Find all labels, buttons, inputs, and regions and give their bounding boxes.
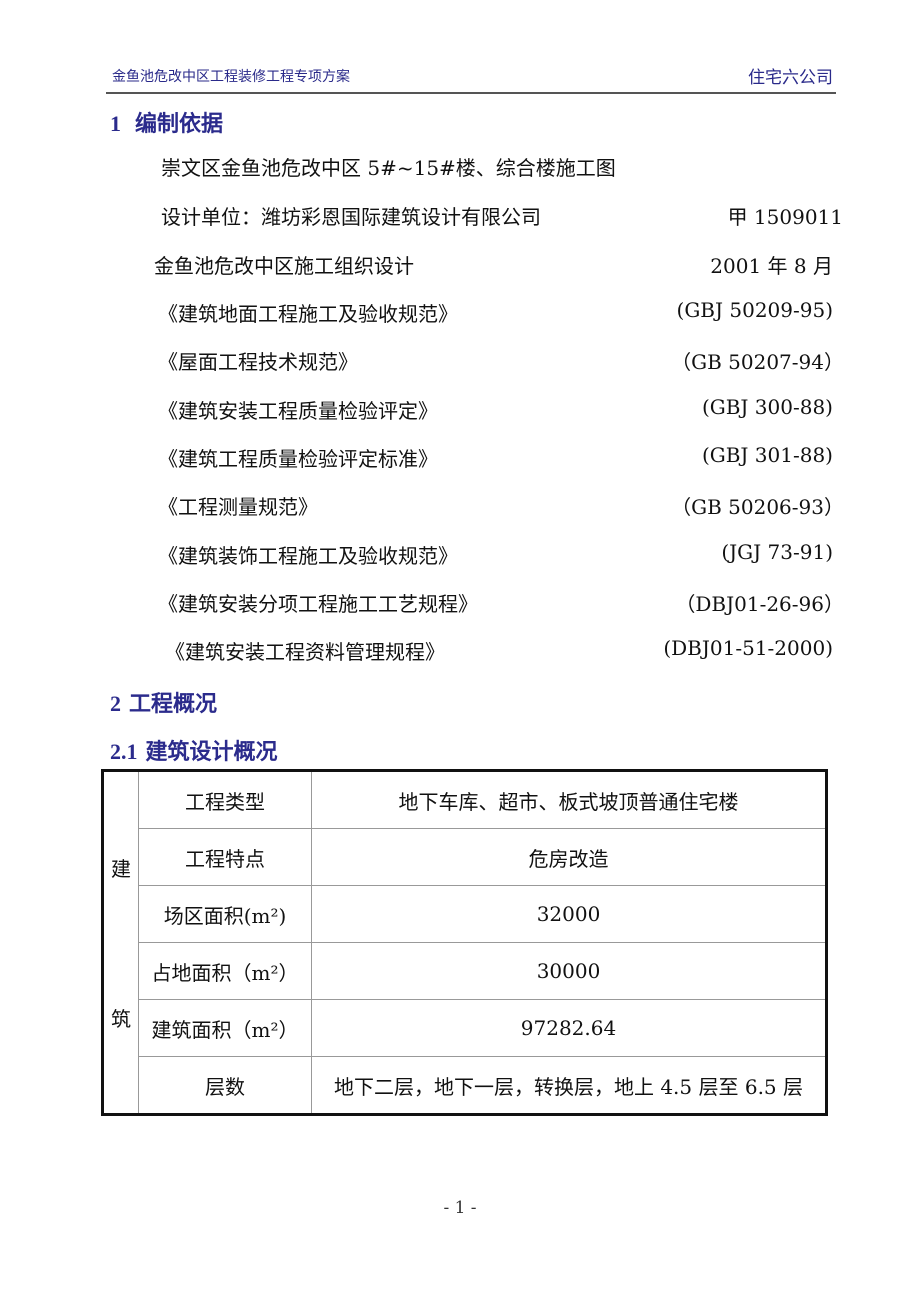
section-title: 建筑设计概况 xyxy=(145,740,278,765)
basis-item: 《建筑安装工程质量检验评定》 xyxy=(158,399,438,423)
row-value: 地下二层，地下一层，转换层，地上 4.5 层至 6.5 层 xyxy=(311,1056,827,1115)
table-row: 层数 地下二层，地下一层，转换层，地上 4.5 层至 6.5 层 xyxy=(103,1056,827,1115)
category-char: 筑 xyxy=(111,1007,131,1031)
section-number: 1 xyxy=(110,111,121,136)
basis-item: 《屋面工程技术规范》 xyxy=(158,350,358,374)
basis-item-code: (GBJ 50209-95) xyxy=(676,298,833,322)
row-label: 工程特点 xyxy=(138,828,312,886)
basis-item-code: （GB 50206-93） xyxy=(671,495,844,519)
basis-item: 《建筑装饰工程施工及验收规范》 xyxy=(158,544,458,568)
header-company: 住宅六公司 xyxy=(748,68,833,88)
table-row: 建筑面积（m²） 97282.64 xyxy=(103,999,827,1057)
table-row: 场区面积(m²) 32000 xyxy=(103,885,827,943)
basis-item-code: (JGJ 73-91) xyxy=(721,540,833,564)
basis-item-code: (GBJ 301-88) xyxy=(701,443,833,467)
basis-item: 《建筑安装分项工程施工工艺规程》 xyxy=(158,592,478,616)
row-label: 场区面积(m²) xyxy=(138,885,312,943)
section-title: 工程概况 xyxy=(129,692,218,717)
section-title: 编制依据 xyxy=(135,112,224,137)
section-number: 2 xyxy=(110,691,121,716)
row-value: 97282.64 xyxy=(311,999,827,1057)
basis-item: 崇文区金鱼池危改中区 5#~15#楼、综合楼施工图 xyxy=(161,156,616,180)
basis-item-code: 2001 年 8 月 xyxy=(710,254,833,278)
basis-item-code: 甲 1509011 xyxy=(727,205,843,229)
basis-item: 金鱼池危改中区施工组织设计 xyxy=(154,254,414,278)
section-2-1-heading: 2.1 建筑设计概况 xyxy=(110,734,278,766)
building-design-table: 建筑工程类型 地下车库、超市、板式坡顶普通住宅楼 工程特点 危房改造 场区面积(m²) 3… xyxy=(101,769,828,1116)
row-value: 30000 xyxy=(311,942,827,1000)
basis-item: 《建筑安装工程资料管理规程》 xyxy=(165,640,445,664)
basis-item: 《工程测量规范》 xyxy=(158,495,318,519)
basis-item-code: （GB 50207-94） xyxy=(671,350,844,374)
section-number: 2.1 xyxy=(110,739,138,764)
row-value: 地下车库、超市、板式坡顶普通住宅楼 xyxy=(311,770,827,829)
row-label: 占地面积（m²） xyxy=(138,942,312,1000)
basis-item: 《建筑地面工程施工及验收规范》 xyxy=(158,302,458,326)
table-row: 占地面积（m²） 30000 xyxy=(103,942,827,1000)
header-divider xyxy=(106,92,836,94)
page-number: - 1 - xyxy=(443,1198,477,1218)
header-document-title: 金鱼池危改中区工程装修工程专项方案 xyxy=(112,69,350,85)
row-label: 层数 xyxy=(138,1056,312,1115)
category-cell: 建筑 xyxy=(102,770,139,1115)
row-value: 32000 xyxy=(311,885,827,943)
basis-item-code: (GBJ 300-88) xyxy=(701,395,833,419)
section-2-heading: 2 工程概况 xyxy=(110,686,217,718)
basis-item-code: （DBJ01-26-96） xyxy=(675,592,844,616)
table-row: 工程特点 危房改造 xyxy=(103,828,827,886)
basis-item: 《建筑工程质量检验评定标准》 xyxy=(158,447,438,471)
basis-item-code: (DBJ01-51-2000) xyxy=(663,636,833,660)
category-char: 建 xyxy=(111,857,131,881)
row-value: 危房改造 xyxy=(311,828,827,886)
table-row: 建筑工程类型 地下车库、超市、板式坡顶普通住宅楼 xyxy=(102,770,827,1115)
basis-item: 设计单位：潍坊彩恩国际建筑设计有限公司 xyxy=(161,205,541,229)
row-label: 建筑面积（m²） xyxy=(138,999,312,1057)
section-1-heading: 1 编制依据 xyxy=(110,106,223,138)
row-label: 工程类型 xyxy=(138,770,312,829)
